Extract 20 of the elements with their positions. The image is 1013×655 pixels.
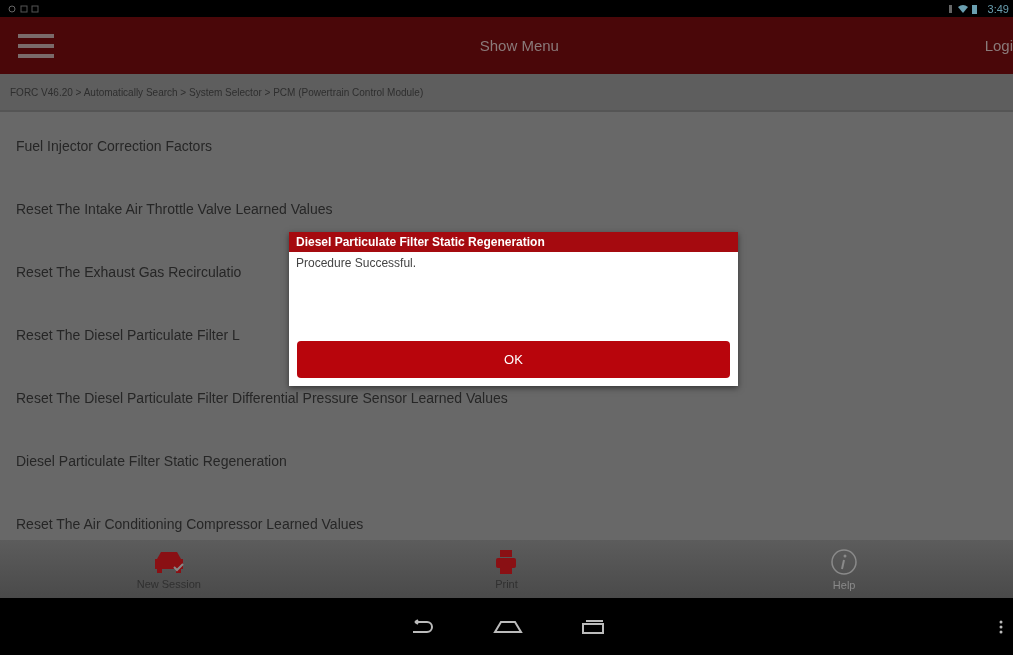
dialog-message: Procedure Successful. (295, 255, 418, 272)
menu-item[interactable]: Reset The Intake Air Throttle Valve Learned Values (16, 200, 333, 217)
status-icons (8, 4, 40, 13)
menu-item[interactable]: Reset The Diesel Particulate Filter L (16, 326, 240, 343)
overflow-menu-icon[interactable] (999, 620, 1003, 634)
menu-item[interactable]: Fuel Injector Correction Factors (16, 137, 213, 154)
menu-item[interactable]: Diesel Particulate Filter Static Regeneration (16, 452, 287, 469)
ok-button[interactable]: OK (297, 341, 730, 378)
info-icon (830, 547, 859, 576)
dialog-title: Diesel Particulate Filter Static Regeneration (289, 232, 738, 252)
home-icon[interactable] (492, 619, 523, 634)
menu-icon[interactable] (18, 32, 54, 59)
header-title[interactable]: Show Menu (479, 37, 559, 54)
menu-item[interactable]: Reset The Exhaust Gas Recirculatio (16, 263, 242, 280)
recent-apps-icon[interactable] (580, 618, 605, 635)
login-button[interactable]: Logi (984, 37, 1013, 54)
printer-icon (495, 548, 518, 575)
menu-item[interactable]: Reset The Air Conditioning Compressor Learned Values (16, 515, 364, 532)
menu-item[interactable]: Reset The Diesel Particulate Filter Differential Pressure Sensor Learned Values (16, 389, 508, 406)
clock-time: 3:49 (987, 2, 1009, 15)
